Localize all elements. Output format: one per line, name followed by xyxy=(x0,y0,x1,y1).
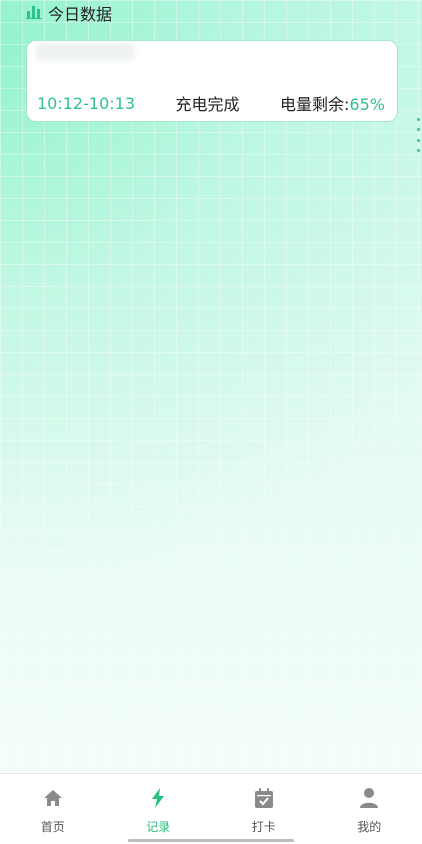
charge-record-card[interactable]: 10:12-10:13 充电完成 电量剩余:65% xyxy=(26,40,398,122)
home-icon xyxy=(41,786,65,810)
bottom-tab-bar: 首页 记录 打卡 我的 xyxy=(0,773,422,844)
battery-remaining: 电量剩余:65% xyxy=(280,91,385,115)
battery-label: 电量剩余: xyxy=(280,95,350,114)
calendar-check-icon xyxy=(252,786,276,810)
record-row: 10:12-10:13 充电完成 电量剩余:65% xyxy=(37,91,385,115)
record-time-range: 10:12-10:13 xyxy=(37,93,135,113)
tab-checkin-label: 打卡 xyxy=(251,820,276,834)
tab-records-label: 记录 xyxy=(146,820,171,834)
blurred-device-name xyxy=(35,43,135,61)
record-status: 充电完成 xyxy=(175,95,240,114)
section-header: 今日数据 xyxy=(26,0,112,26)
section-title: 今日数据 xyxy=(48,5,113,24)
home-indicator xyxy=(128,839,294,842)
battery-percent: 65% xyxy=(349,95,385,114)
user-icon xyxy=(357,786,381,810)
tab-home[interactable]: 首页 xyxy=(0,774,106,844)
tab-records[interactable]: 记录 xyxy=(106,774,212,844)
scroll-indicator xyxy=(417,118,420,152)
tab-mine[interactable]: 我的 xyxy=(317,774,422,844)
lightning-icon xyxy=(146,786,170,810)
tab-mine-label: 我的 xyxy=(357,820,382,834)
tab-checkin[interactable]: 打卡 xyxy=(211,774,317,844)
tab-home-label: 首页 xyxy=(40,820,65,834)
bar-chart-icon xyxy=(26,4,42,23)
